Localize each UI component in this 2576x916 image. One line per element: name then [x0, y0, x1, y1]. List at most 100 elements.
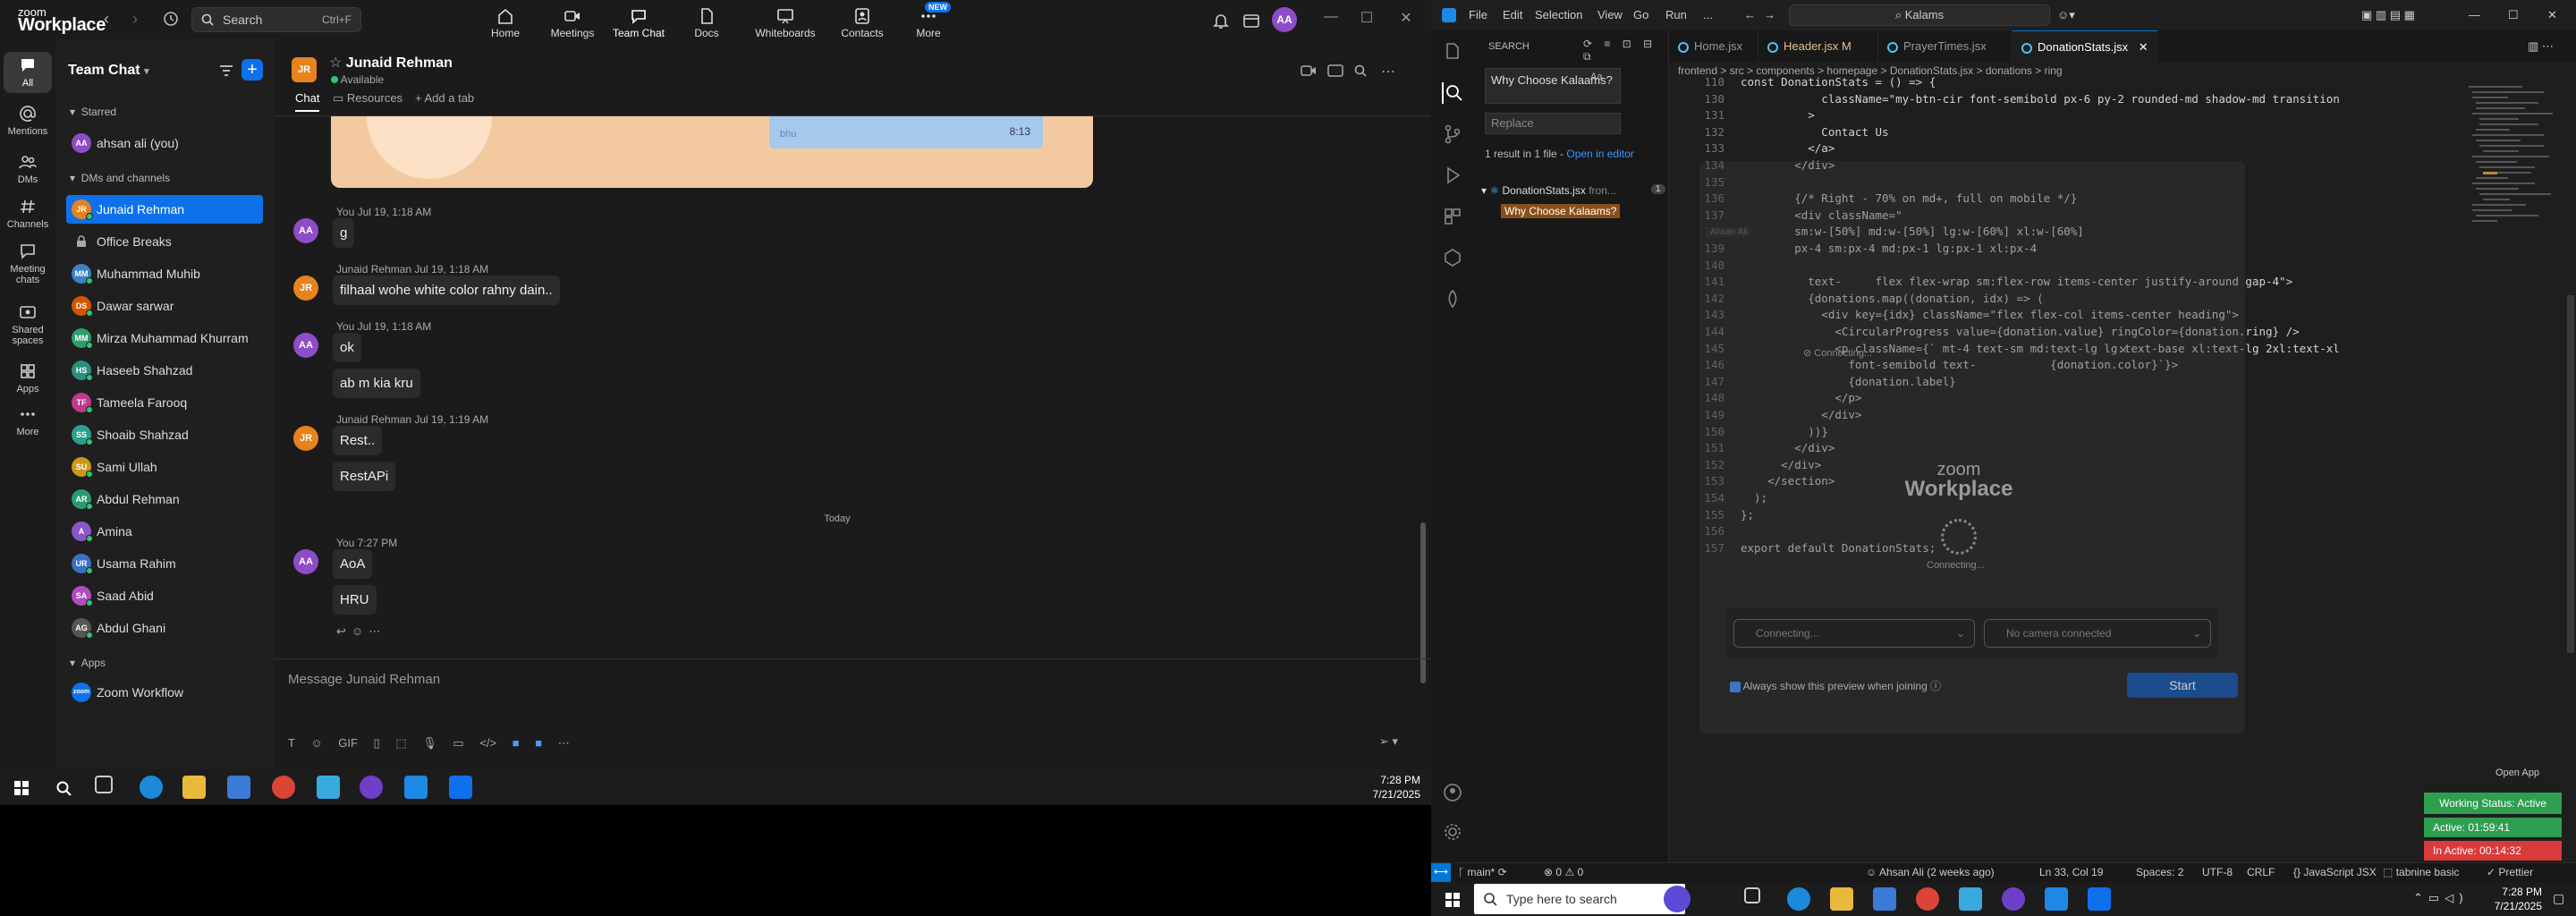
tab-contacts[interactable]: Contacts	[828, 4, 896, 39]
start-button[interactable]: Start	[2127, 673, 2238, 698]
menu-file[interactable]: File	[1469, 8, 1487, 21]
tab-whiteboards[interactable]: Whiteboards	[751, 4, 819, 39]
message-bubble[interactable]: ab m kia kru	[333, 369, 420, 398]
encoding[interactable]: UTF-8	[2202, 866, 2233, 878]
close-tab-icon[interactable]: ✕	[2139, 40, 2148, 54]
close-icon[interactable]: ✕	[1395, 9, 1417, 27]
problems-indicator[interactable]: ⊗ 0 ⚠ 0	[1544, 866, 1583, 878]
editor-scrollbar[interactable]	[2567, 295, 2574, 653]
menu-edit[interactable]: Edit	[1503, 8, 1522, 21]
app-icon[interactable]	[1959, 887, 1982, 911]
taskbar-search[interactable]: Type here to search	[1474, 884, 1685, 914]
new-chat-button[interactable]: +	[242, 59, 263, 81]
menu-go[interactable]: Go	[1633, 8, 1648, 21]
split-editor-icon[interactable]: ▥ ⋯	[2528, 39, 2554, 54]
forward-icon[interactable]: →	[1764, 8, 1775, 21]
app-icon[interactable]: ■	[535, 736, 542, 750]
message-actions[interactable]: ↩☺⋯	[336, 624, 386, 639]
code-line[interactable]: >	[1741, 108, 1815, 122]
gif-icon[interactable]: GIF	[338, 736, 358, 750]
message-bubble[interactable]: ok	[333, 333, 361, 362]
zoom-icon[interactable]	[2088, 887, 2111, 911]
run-debug-icon[interactable]	[1442, 165, 1463, 186]
tab-home[interactable]: Home	[471, 4, 539, 39]
github-icon[interactable]	[2002, 887, 2025, 911]
more-icon[interactable]: ⋯	[369, 624, 386, 638]
menu-selection[interactable]: Selection	[1535, 8, 1582, 21]
sidebar-item-office-breaks[interactable]: Office Breaks	[66, 227, 263, 256]
remote-icon[interactable]	[1442, 247, 1463, 268]
more-options-icon[interactable]: ⋯	[1381, 63, 1395, 81]
video-message-icon[interactable]: ▭	[453, 736, 463, 750]
vscode-icon[interactable]	[2045, 887, 2068, 911]
message-bubble[interactable]: HRU	[333, 585, 377, 615]
rail-mentions[interactable]: Mentions	[4, 100, 52, 137]
sidebar-item-contact[interactable]: SS Shoaib Shahzad	[66, 420, 263, 449]
match-case-icon[interactable]: Aa	[1590, 72, 1602, 82]
sidebar-item-contact[interactable]: DS Dawar sarwar	[66, 292, 263, 320]
send-icon[interactable]: ➢ ▾	[1379, 734, 1398, 749]
chrome-icon[interactable]	[272, 776, 295, 799]
search-panel-actions[interactable]: ⟳ ≡ ⊡ ⊟ ⧉	[1583, 38, 1668, 64]
windows-icon[interactable]	[14, 781, 29, 795]
maximize-icon[interactable]: ☐	[1356, 9, 1377, 27]
windows-icon[interactable]	[1445, 893, 1460, 907]
weather-widget-icon[interactable]	[1664, 886, 1690, 912]
tab-prayertimes-jsx[interactable]: PrayerTimes.jsx	[1878, 30, 2012, 63]
tab-add[interactable]: + Add a tab	[415, 91, 474, 105]
checkbox-checked-icon[interactable]	[1730, 681, 1741, 692]
tab-header-jsx[interactable]: Header.jsx M	[1758, 30, 1878, 63]
minimize-icon[interactable]: —	[2469, 8, 2480, 21]
file-explorer-icon[interactable]	[1830, 887, 1853, 911]
sidebar-item-contact[interactable]: MM Muhammad Muhib	[66, 259, 263, 288]
working-status-badge[interactable]: Working Status: Active	[2424, 793, 2562, 814]
copilot-icon[interactable]: ☺▾	[2057, 8, 2075, 22]
chevron-up-icon[interactable]: ⌃	[2413, 891, 2428, 904]
avatar[interactable]: AA	[1272, 7, 1297, 32]
search-view-icon[interactable]	[1442, 82, 1465, 104]
apps-section[interactable]: ▾ Apps	[70, 657, 106, 669]
code-editor[interactable]: frontend > src > components > homepage >…	[1669, 63, 2576, 862]
tab-meetings[interactable]: Meetings	[538, 4, 606, 39]
prettier-status[interactable]: ✓ Prettier	[2487, 866, 2533, 878]
rail-shared-spaces[interactable]: Shared spaces	[4, 299, 52, 346]
emoji-icon[interactable]: ☺	[352, 624, 369, 638]
open-app-link[interactable]: Open App	[2496, 768, 2539, 778]
tabnine-status[interactable]: ⬚ tabnine basic	[2383, 866, 2459, 878]
chrome-icon[interactable]	[1916, 887, 1939, 911]
bell-icon[interactable]	[1211, 11, 1231, 30]
global-search[interactable]: Search Ctrl+F	[191, 7, 361, 32]
leaf-icon[interactable]	[1442, 288, 1463, 310]
sidebar-item-contact[interactable]: TF Tameela Farooq	[66, 388, 263, 417]
message-bubble[interactable]: g	[333, 218, 355, 248]
starred-section[interactable]: ▾ Starred	[70, 106, 116, 118]
settings-gear-icon[interactable]	[1442, 821, 1463, 843]
search-icon[interactable]	[55, 780, 72, 796]
code-line[interactable]: const DonationStats = () => {	[1741, 75, 1936, 89]
star-icon[interactable]: ☆	[329, 55, 342, 71]
source-control-icon[interactable]	[1442, 123, 1463, 145]
side-title[interactable]: Team Chat ▾	[68, 63, 149, 79]
zoom-icon[interactable]	[449, 776, 472, 799]
screenshot-icon[interactable]: ⬚	[395, 736, 406, 750]
sidebar-item-contact[interactable]: SU Sami Ullah	[66, 453, 263, 481]
mic-icon[interactable]: 🎙	[422, 736, 437, 750]
extensions-icon[interactable]	[1442, 206, 1463, 227]
sidebar-item-zoom-workflow[interactable]: zoom Zoom Workflow	[66, 678, 263, 707]
reply-icon[interactable]: ↩	[336, 624, 352, 638]
store-icon[interactable]	[1873, 887, 1896, 911]
layout-icon[interactable]: ▣ ▥ ▤ ▦	[2361, 8, 2415, 22]
message-bubble[interactable]: RestAPi	[333, 462, 396, 491]
menu-run[interactable]: Run	[1665, 8, 1687, 21]
code-line[interactable]: Contact Us	[1741, 125, 1888, 139]
filter-icon[interactable]	[218, 63, 234, 79]
sidebar-item-self[interactable]: AA ahsan ali (you)	[66, 129, 263, 157]
back-icon[interactable]: ‹	[97, 9, 116, 29]
tab-team-chat[interactable]: Team Chat	[605, 4, 673, 39]
open-in-editor-link[interactable]: Open in editor	[1566, 148, 1633, 160]
file-icon[interactable]: ▯	[374, 736, 380, 750]
network-icon[interactable]: ▭	[2428, 891, 2445, 904]
compose-input[interactable]: Message Junaid Rehman	[288, 672, 440, 687]
preview-checkbox[interactable]: Always show this preview when joining ⓘ	[1730, 678, 1941, 693]
rail-channels[interactable]: Channels	[4, 193, 52, 230]
